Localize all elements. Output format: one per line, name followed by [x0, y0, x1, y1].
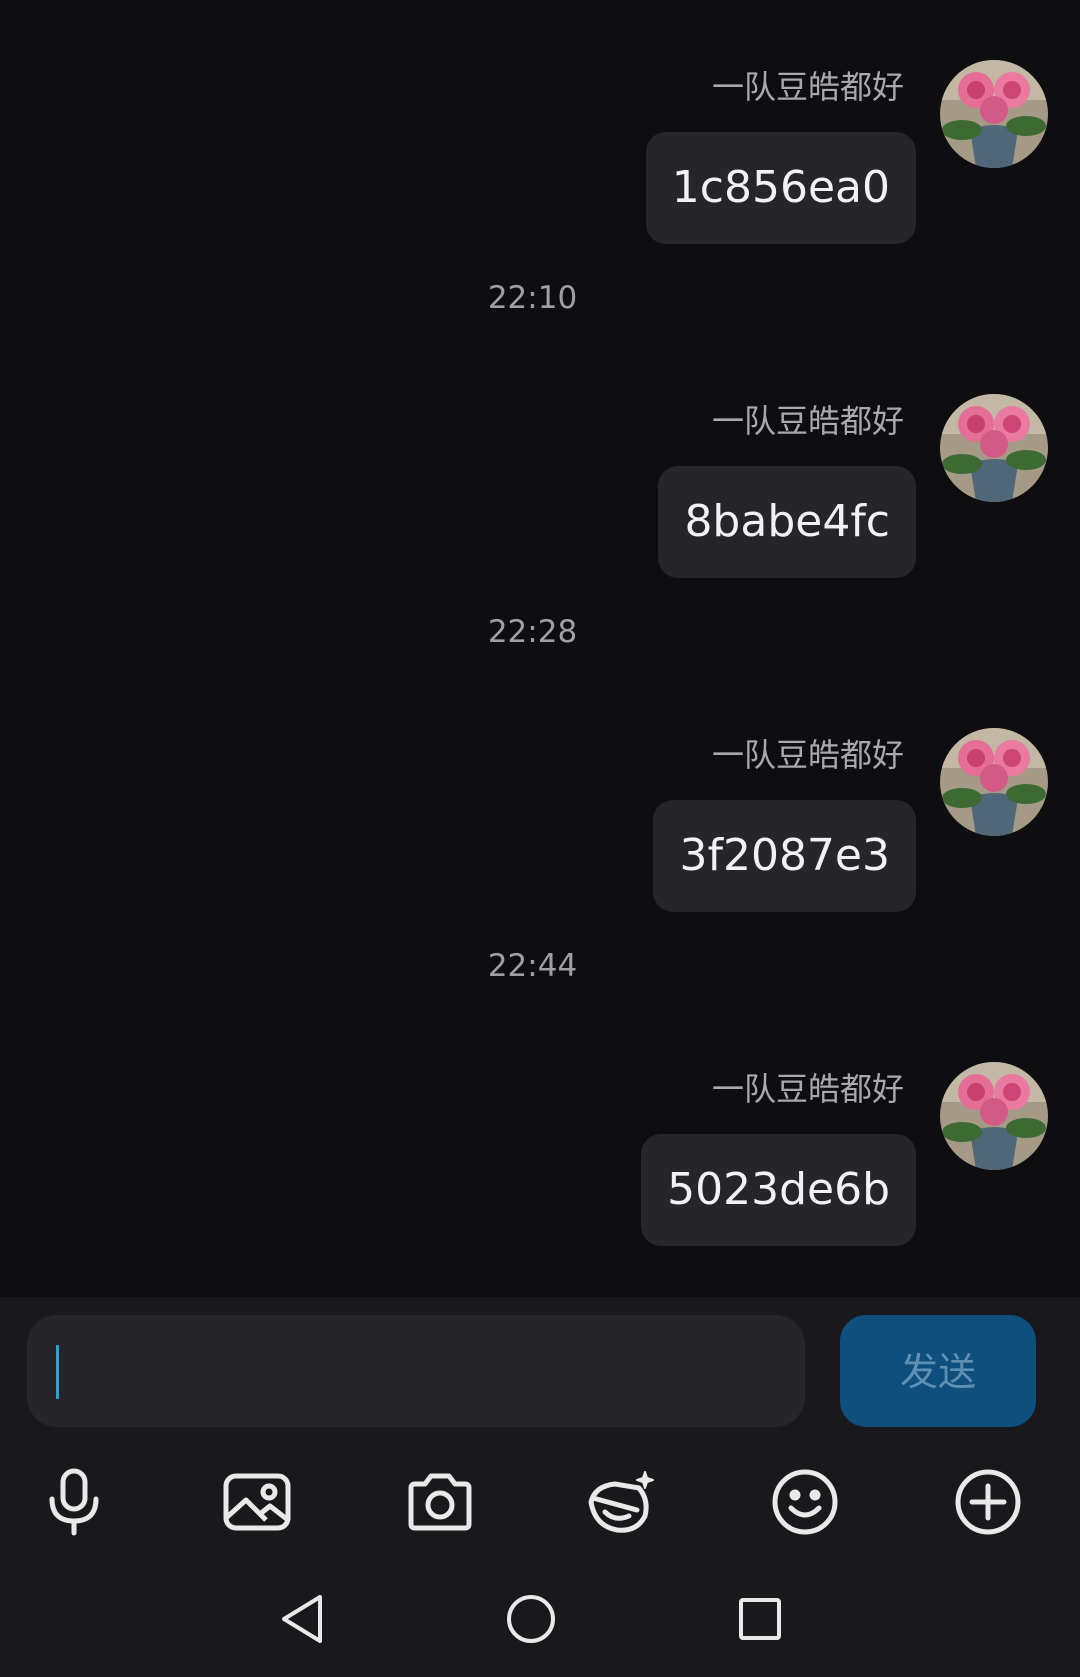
message-item: 一队豆皓都好 8babe4fc	[0, 334, 1080, 578]
emoji-icon[interactable]	[750, 1447, 860, 1557]
plus-circle-icon[interactable]	[933, 1447, 1043, 1557]
sender-name: 一队豆皓都好	[711, 736, 904, 774]
back-icon[interactable]	[248, 1560, 358, 1677]
message-bubble[interactable]: 1c856ea0	[645, 132, 916, 244]
composer-toolbar	[0, 1447, 1080, 1557]
timestamp: 22:10	[487, 280, 578, 316]
microphone-icon[interactable]	[19, 1447, 129, 1557]
message-item: 一队豆皓都好 1c856ea0	[0, 0, 1080, 244]
message-bubble[interactable]: 8babe4fc	[658, 466, 916, 578]
timestamp: 22:44	[487, 948, 578, 984]
send-button[interactable]: 发送	[840, 1315, 1036, 1427]
text-caret	[56, 1345, 59, 1399]
sender-name: 一队豆皓都好	[711, 68, 904, 106]
home-icon[interactable]	[476, 1560, 586, 1677]
chat-screen: 一队豆皓都好 1c856ea0 22:10 一队豆皓都好 8babe4fc 22…	[0, 0, 1080, 1677]
rose-avatar-icon	[940, 394, 1048, 502]
image-icon[interactable]	[202, 1447, 312, 1557]
message-bubble[interactable]: 3f2087e3	[653, 800, 916, 912]
sticker-icon[interactable]	[566, 1447, 676, 1557]
avatar[interactable]	[940, 394, 1048, 502]
avatar[interactable]	[940, 1062, 1048, 1170]
rose-avatar-icon	[940, 728, 1048, 836]
avatar[interactable]	[940, 728, 1048, 836]
sender-name: 一队豆皓都好	[711, 1070, 904, 1108]
message-bubble[interactable]: 5023de6b	[641, 1134, 916, 1246]
sender-name: 一队豆皓都好	[711, 402, 904, 440]
recents-icon[interactable]	[705, 1560, 815, 1677]
message-list[interactable]: 一队豆皓都好 1c856ea0 22:10 一队豆皓都好 8babe4fc 22…	[0, 0, 1080, 1297]
rose-avatar-icon	[940, 60, 1048, 168]
message-item: 一队豆皓都好 5023de6b	[0, 1002, 1080, 1246]
message-item: 一队豆皓都好 3f2087e3	[0, 668, 1080, 912]
system-nav-bar	[0, 1560, 1080, 1677]
timestamp: 22:28	[487, 614, 578, 650]
camera-icon[interactable]	[385, 1447, 495, 1557]
message-input[interactable]	[27, 1315, 805, 1427]
avatar[interactable]	[940, 60, 1048, 168]
rose-avatar-icon	[940, 1062, 1048, 1170]
